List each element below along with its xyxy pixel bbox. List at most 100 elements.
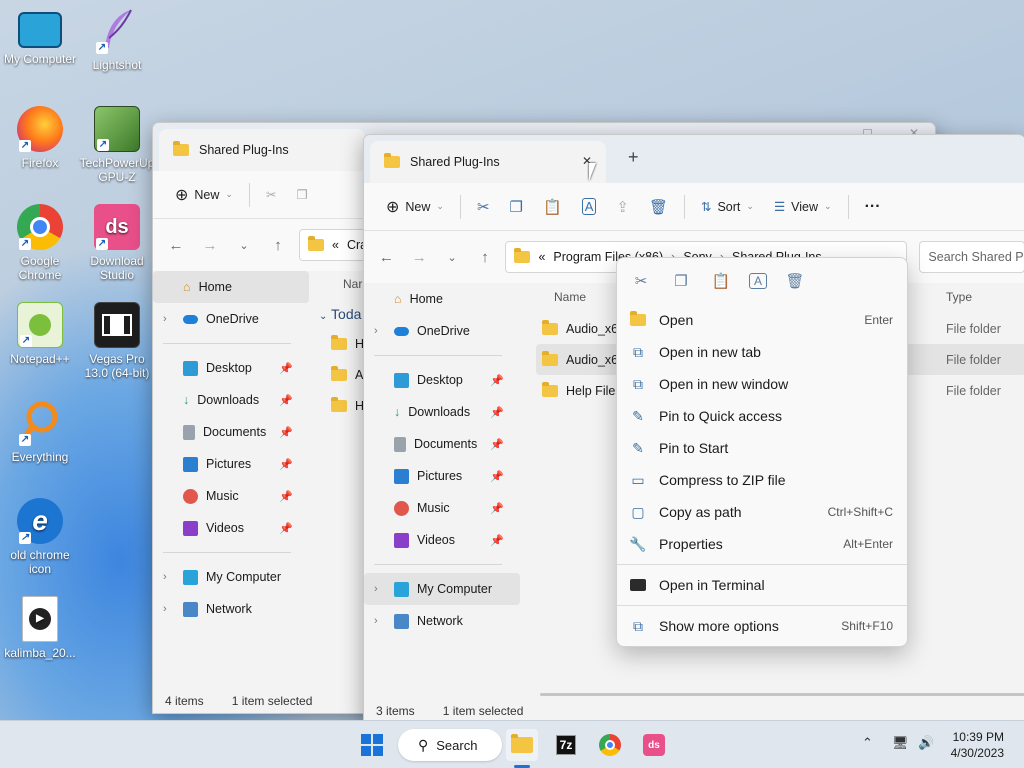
- more-options-button[interactable]: ···: [855, 191, 891, 223]
- desktop-icon-download-studio[interactable]: ds ↗ Download Studio: [77, 204, 157, 282]
- start-button[interactable]: [356, 729, 388, 761]
- copy-button[interactable]: ❐: [669, 269, 693, 293]
- desktop-icon-lightshot[interactable]: ↗ Lightshot: [77, 8, 157, 72]
- desktop-icon-notepadpp[interactable]: ↗ Notepad++: [0, 302, 80, 366]
- tab-shared-plugins[interactable]: Shared Plug-Ins: [159, 129, 365, 171]
- menu-item-compress-zip[interactable]: ▭ Compress to ZIP file: [617, 464, 907, 496]
- sidebar-item-videos[interactable]: Videos 📌: [153, 512, 309, 544]
- cloud-icon: [394, 326, 409, 336]
- chevron-down-icon: ⌄: [436, 201, 444, 211]
- desktop-icon-chrome[interactable]: ↗ Google Chrome: [0, 204, 80, 282]
- copy-icon: ❐: [296, 188, 308, 202]
- back-button[interactable]: ←: [163, 232, 189, 258]
- paste-button[interactable]: 📋: [533, 191, 572, 223]
- sidebar-item-documents[interactable]: Documents 📌: [364, 428, 520, 460]
- sidebar-item-my-computer[interactable]: › My Computer: [364, 573, 520, 605]
- desktop-icon-vegas[interactable]: Vegas Pro 13.0 (64-bit): [77, 302, 157, 380]
- new-button[interactable]: ⊕ New ⌄: [165, 179, 243, 211]
- download-studio-icon: ds: [643, 734, 665, 756]
- picture-icon: [394, 468, 409, 484]
- sidebar-item-onedrive[interactable]: › OneDrive: [153, 303, 309, 335]
- music-icon: [183, 488, 198, 504]
- folder-icon: [331, 365, 347, 381]
- delete-button[interactable]: 🗑: [639, 191, 678, 223]
- menu-item-open-new-window[interactable]: ⧉ Open in new window: [617, 368, 907, 400]
- sidebar-item-desktop[interactable]: Desktop 📌: [153, 352, 309, 384]
- sidebar-item-pictures[interactable]: Pictures 📌: [364, 460, 520, 492]
- cut-button[interactable]: ✂: [256, 179, 286, 211]
- desktop-icon-everything[interactable]: ↗ Everything: [0, 400, 80, 464]
- cut-button[interactable]: ✂: [467, 191, 500, 223]
- column-header-type[interactable]: Type: [946, 290, 972, 304]
- sidebar-item-onedrive[interactable]: › OneDrive: [364, 315, 520, 347]
- menu-item-copy-path[interactable]: ▢ Copy as path Ctrl+Shift+C: [617, 496, 907, 528]
- taskbar-chrome[interactable]: [594, 729, 626, 761]
- sidebar-item-music[interactable]: Music 📌: [153, 480, 309, 512]
- menu-item-open-terminal[interactable]: Open in Terminal: [617, 569, 907, 601]
- zip-icon: ▭: [631, 471, 645, 488]
- sidebar-item-videos[interactable]: Videos 📌: [364, 524, 520, 556]
- column-header-name[interactable]: Name: [554, 290, 586, 304]
- copy-button[interactable]: ❐: [286, 179, 317, 211]
- new-tab-button[interactable]: +: [628, 147, 639, 168]
- tab-title: Shared Plug-Ins: [410, 155, 500, 169]
- desktop-icon-gpuz[interactable]: ↗ TechPowerUp GPU-Z: [77, 106, 157, 184]
- sidebar-item-home[interactable]: ⌂ Home: [153, 271, 309, 303]
- taskbar-download-studio[interactable]: ds: [638, 729, 670, 761]
- sidebar-item-my-computer[interactable]: › My Computer: [153, 561, 309, 593]
- menu-item-properties[interactable]: 🔧 Properties Alt+Enter: [617, 528, 907, 560]
- delete-button[interactable]: 🗑: [783, 269, 807, 293]
- rename-button[interactable]: A: [749, 273, 767, 289]
- sidebar-item-network[interactable]: › Network: [153, 593, 309, 625]
- sidebar-item-network[interactable]: › Network: [364, 605, 520, 637]
- pin-icon: 📌: [279, 426, 293, 439]
- menu-item-open-new-tab[interactable]: ⧉ Open in new tab: [617, 336, 907, 368]
- network-icon[interactable]: 🖥: [892, 735, 909, 751]
- clock[interactable]: 10:39 PM 4/30/2023: [946, 729, 1004, 761]
- sort-button[interactable]: ⇅ Sort ⌄: [691, 191, 764, 223]
- sidebar-item-desktop[interactable]: Desktop 📌: [364, 364, 520, 396]
- file-type: File folder: [946, 383, 1001, 398]
- paste-button[interactable]: 📋: [709, 269, 733, 293]
- rename-button[interactable]: A: [572, 191, 607, 223]
- forward-button[interactable]: →: [407, 244, 432, 270]
- desktop-icon-my-computer[interactable]: My Computer: [0, 8, 80, 66]
- network-icon: [183, 601, 198, 617]
- desktop-icon-kalimba[interactable]: ▶ kalimba_20...: [0, 596, 80, 660]
- taskbar-file-explorer[interactable]: [506, 729, 538, 761]
- desktop-icon-firefox[interactable]: ↗ Firefox: [0, 106, 80, 170]
- menu-item-show-more-options[interactable]: ⧉ Show more options Shift+F10: [617, 610, 907, 642]
- up-button[interactable]: ↑: [265, 232, 291, 258]
- sidebar-item-downloads[interactable]: ↓ Downloads 📌: [364, 396, 520, 428]
- new-button[interactable]: ⊕ New ⌄: [376, 191, 454, 223]
- sidebar-item-downloads[interactable]: ↓ Downloads 📌: [153, 384, 309, 416]
- sidebar-item-pictures[interactable]: Pictures 📌: [153, 448, 309, 480]
- share-button[interactable]: ⇪: [606, 191, 639, 223]
- menu-item-open[interactable]: Open Enter: [617, 304, 907, 336]
- up-button[interactable]: ↑: [473, 244, 498, 270]
- sidebar-item-documents[interactable]: Documents 📌: [153, 416, 309, 448]
- recent-button[interactable]: ⌄: [231, 232, 257, 258]
- menu-item-pin-quick-access[interactable]: ✎ Pin to Quick access: [617, 400, 907, 432]
- column-header-name[interactable]: Nar: [343, 277, 362, 291]
- back-button[interactable]: ←: [374, 244, 399, 270]
- chevron-up-icon[interactable]: ⌃: [862, 735, 873, 751]
- clock-date: 4/30/2023: [950, 746, 1004, 760]
- menu-item-pin-start[interactable]: ✎ Pin to Start: [617, 432, 907, 464]
- volume-icon[interactable]: 🔊: [918, 735, 934, 751]
- view-button[interactable]: ☰ View ⌄: [764, 191, 842, 223]
- tab-shared-plugins[interactable]: Shared Plug-Ins ✕: [370, 141, 606, 183]
- taskbar-7zip[interactable]: 7z: [550, 729, 582, 761]
- forward-button[interactable]: →: [197, 232, 223, 258]
- group-header[interactable]: ⌄ Toda: [319, 306, 361, 322]
- sidebar-item-home[interactable]: ⌂ Home: [364, 283, 520, 315]
- desktop-icon-old-chrome[interactable]: e ↗ old chrome icon: [0, 498, 80, 576]
- pin-icon: 📌: [279, 362, 293, 375]
- taskbar-search[interactable]: ⚲ Search: [398, 729, 502, 761]
- sidebar-item-music[interactable]: Music 📌: [364, 492, 520, 524]
- recent-button[interactable]: ⌄: [440, 244, 465, 270]
- search-input[interactable]: Search Shared P: [919, 241, 1024, 273]
- horizontal-scrollbar[interactable]: [540, 693, 1024, 696]
- copy-button[interactable]: ❐: [500, 191, 533, 223]
- cut-button[interactable]: ✂: [629, 269, 653, 293]
